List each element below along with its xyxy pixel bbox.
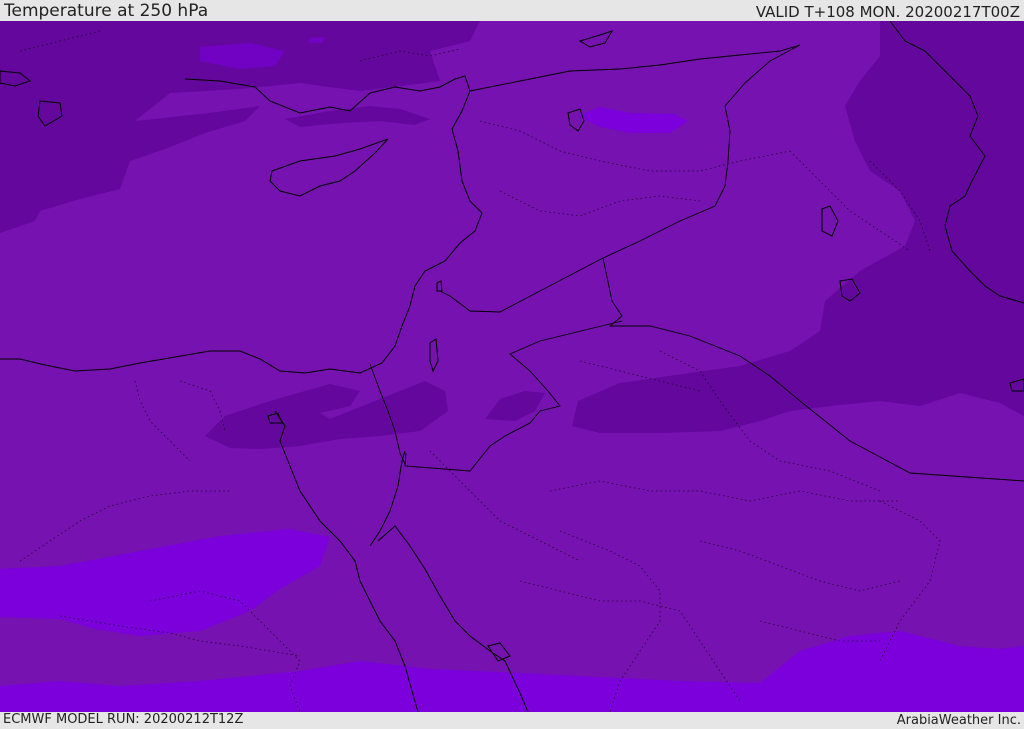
footer-bar: ECMWF MODEL RUN: 20200212T12Z ArabiaWeat… bbox=[0, 712, 1024, 729]
credit-label: ArabiaWeather Inc. bbox=[896, 713, 1021, 728]
map-title: Temperature at 250 hPa bbox=[4, 1, 209, 21]
model-run-label: ECMWF MODEL RUN: 20200212T12Z bbox=[3, 712, 244, 727]
temperature-map bbox=[0, 21, 1024, 712]
header-bar: Temperature at 250 hPa VALID T+108 MON. … bbox=[0, 0, 1024, 21]
valid-time-label: VALID T+108 MON. 20200217T00Z bbox=[755, 3, 1020, 21]
